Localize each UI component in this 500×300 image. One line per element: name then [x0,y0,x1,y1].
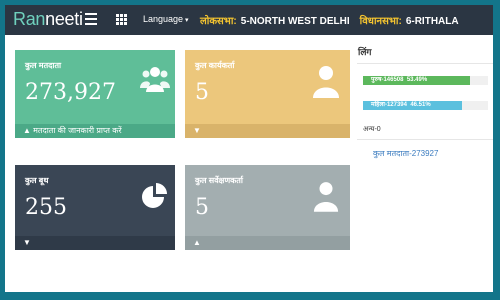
male-percent: 53.49% [406,77,428,83]
male-label: पुरुष-146508 [371,77,404,83]
tile-value: 255 [25,195,67,220]
apps-grid-icon[interactable] [116,14,127,25]
tile-value: 5 [195,80,209,105]
logo-part-right: neeti [45,9,83,29]
constituency-info: लोकसभा: 5-NORTH WEST DELHI विधानसभा: 6-RITH… [200,13,459,27]
tile-title: कुल मतदाता [25,61,62,70]
caret-down-icon: ▾ [185,17,189,24]
male-progress-bar: पुरुष-146508 53.49% [363,76,470,85]
divider [357,139,493,140]
tile-value: 5 [195,195,209,220]
tile-title: कुल कार्यकर्ता [195,61,235,70]
booths-footer-toggle[interactable]: ▼ [15,236,175,250]
user-icon [313,182,339,212]
voter-info-link[interactable]: ▲ मतदाता की जानकारी प्राप्त करें [15,124,175,138]
app-logo[interactable]: Ranneeti [13,9,83,30]
divider [357,63,493,64]
vidhan-sabha-label: विधानसभा: [359,16,402,27]
hamburger-menu-icon[interactable] [85,13,97,25]
tile-value: 273,927 [25,80,116,105]
workers-footer-toggle[interactable]: ▼ [185,124,350,138]
gender-panel-title: लिंग [358,47,372,57]
lok-sabha-value: 5-NORTH WEST DELHI [240,16,350,27]
tile-title: कुल सर्वेक्षणकर्ता [195,176,243,185]
user-icon [313,66,339,98]
female-percent: 46.51% [410,102,431,108]
tile-title: कुल बूथ [25,176,49,185]
female-progress-bar: महिला-127394 46.51% [363,101,462,110]
total-voters-tile[interactable]: कुल मतदाता 273,927 ▲ मतदाता की जानकारी प… [15,50,175,138]
total-booths-tile[interactable]: कुल बूथ 255 ▼ [15,165,175,250]
total-workers-tile[interactable]: कुल कार्यकर्ता 5 ▼ [185,50,350,138]
total-surveyors-tile[interactable]: कुल सर्वेक्षणकर्ता 5 ▲ [185,165,350,250]
logo-part-left: Ran [13,9,46,29]
other-gender-count: अन्य-0 [363,126,381,133]
total-voters-link[interactable]: कुल मतदाता-273927 [373,148,438,159]
top-navbar: Ranneeti Language ▾ लोकसभा: 5-NORTH WEST D… [5,5,493,35]
lok-sabha-label: लोकसभा: [200,16,237,27]
language-label: Language [143,14,184,24]
female-label: महिला-127394 [371,102,407,108]
surveyors-footer-toggle[interactable]: ▲ [185,236,350,250]
users-icon [140,67,170,92]
app-frame: Ranneeti Language ▾ लोकसभा: 5-NORTH WEST D… [5,5,493,292]
pie-chart-icon [142,183,167,208]
language-dropdown[interactable]: Language ▾ [143,14,189,24]
vidhan-sabha-value: 6-RITHALA [405,16,459,27]
